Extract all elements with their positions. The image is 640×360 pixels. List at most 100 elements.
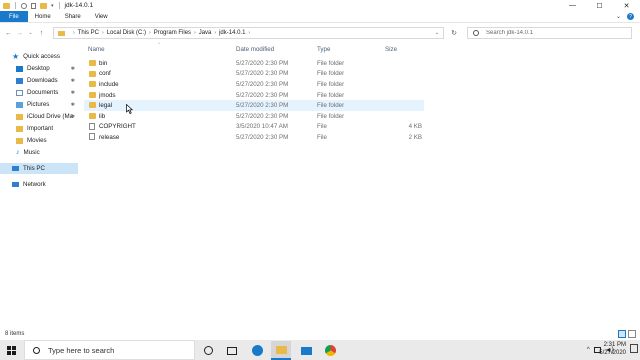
toolbar-divider	[15, 2, 16, 9]
forward-button[interactable]: →	[14, 27, 25, 39]
up-button[interactable]: ↑	[36, 27, 47, 39]
file-size: 4 KB	[408, 123, 422, 131]
nav-item-desktop[interactable]: Desktop ✱	[0, 63, 78, 74]
nav-item-pictures[interactable]: Pictures ✱	[0, 99, 78, 110]
breadcrumb-separator[interactable]: ›	[248, 30, 250, 36]
maximize-button[interactable]: ☐	[586, 0, 613, 11]
breadcrumb-local-disk[interactable]: Local Disk (C:)	[107, 30, 146, 36]
new-folder-icon[interactable]	[31, 2, 36, 9]
recent-locations-button[interactable]: ⌄	[25, 27, 36, 39]
list-item[interactable]: conf 5/27/2020 2:30 PM File folder	[84, 69, 424, 80]
details-view-icon[interactable]	[618, 330, 626, 338]
edge-icon	[251, 345, 263, 356]
list-item[interactable]: release 5/27/2020 2:30 PM File 2 KB	[84, 132, 424, 143]
folder-icon	[89, 70, 96, 77]
nav-item-label: This PC	[23, 165, 46, 172]
tab-view[interactable]: View	[88, 11, 115, 22]
breadcrumb-jdk[interactable]: jdk-14.0.1	[219, 30, 245, 36]
nav-item-downloads[interactable]: Downloads ✱	[0, 75, 78, 86]
nav-item-documents[interactable]: Documents ✱	[0, 87, 78, 98]
column-header-date-modified[interactable]: Date modified	[236, 44, 274, 55]
taskbar-clock[interactable]: 2:31 PM 5/27/2020	[599, 341, 626, 357]
chevron-down-icon[interactable]: ⌄	[435, 30, 439, 36]
list-item[interactable]: jmods 5/27/2020 2:30 PM File folder	[84, 90, 424, 101]
search-input[interactable]	[486, 30, 626, 36]
breadcrumb-separator[interactable]: ›	[73, 30, 75, 36]
breadcrumb-separator[interactable]: ›	[102, 30, 104, 36]
nav-item-label: Music	[23, 149, 40, 156]
desktop-icon	[16, 65, 23, 72]
task-view-button[interactable]	[222, 341, 242, 360]
nav-item-label: Pictures	[27, 101, 50, 108]
windows-icon	[6, 345, 16, 355]
nav-item-network[interactable]: Network	[0, 179, 78, 190]
list-item[interactable]: COPYRIGHT 3/5/2020 10:47 AM File 4 KB	[84, 122, 424, 133]
large-icons-view-icon[interactable]	[628, 330, 636, 338]
tab-share[interactable]: Share	[58, 11, 88, 22]
expand-ribbon-icon[interactable]: ⌄	[616, 13, 621, 20]
minimize-button[interactable]: —	[559, 0, 586, 11]
file-date: 5/27/2020 2:30 PM	[236, 112, 289, 120]
list-item[interactable]: bin 5/27/2020 2:30 PM File folder	[84, 58, 424, 69]
breadcrumb-this-pc[interactable]: This PC	[78, 30, 99, 36]
file-date: 5/27/2020 2:30 PM	[236, 70, 289, 78]
refresh-button[interactable]: ↻	[448, 28, 460, 38]
file-type: File	[317, 133, 327, 141]
sort-indicator-icon: ^	[158, 41, 160, 46]
help-icon[interactable]: ?	[627, 13, 634, 20]
folder-icon	[89, 102, 96, 109]
taskbar-search-placeholder: Type here to search	[48, 345, 115, 355]
column-header-size[interactable]: Size	[385, 44, 397, 55]
list-item[interactable]: include 5/27/2020 2:30 PM File folder	[84, 79, 424, 90]
icloud-icon	[16, 113, 23, 120]
list-item[interactable]: legal 5/27/2020 2:30 PM File folder	[84, 100, 424, 111]
customize-toolbar-icon[interactable]: ▾	[51, 3, 54, 9]
address-bar[interactable]: › This PC › Local Disk (C:) › Program Fi…	[53, 27, 444, 39]
file-type: File	[317, 123, 327, 131]
column-header-type[interactable]: Type	[317, 44, 330, 55]
list-item[interactable]: lib 5/27/2020 2:30 PM File folder	[84, 111, 424, 122]
close-button[interactable]: ✕	[613, 0, 640, 11]
notifications-icon[interactable]	[630, 344, 638, 353]
cortana-button[interactable]	[198, 341, 218, 360]
nav-item-label: Documents	[27, 89, 59, 96]
file-icon	[89, 133, 95, 141]
file-date: 5/27/2020 2:30 PM	[236, 133, 289, 141]
tab-file[interactable]: File	[0, 11, 28, 22]
nav-item-label: Quick access	[23, 53, 60, 60]
properties-icon[interactable]	[21, 2, 27, 9]
search-box[interactable]	[467, 27, 632, 39]
pictures-icon	[16, 101, 23, 108]
mail-button[interactable]	[296, 341, 316, 360]
file-name: release	[99, 133, 120, 141]
breadcrumb-separator[interactable]: ›	[214, 30, 216, 36]
pin-icon: ✱	[70, 65, 75, 72]
tab-home[interactable]: Home	[28, 11, 58, 22]
nav-item-this-pc[interactable]: This PC	[0, 163, 78, 174]
nav-item-icloud-drive[interactable]: iCloud Drive (Ma ✱	[0, 111, 78, 122]
folder-icon	[16, 137, 23, 144]
file-date: 5/27/2020 2:30 PM	[236, 102, 289, 110]
nav-quick-access[interactable]: ★ Quick access	[0, 51, 78, 62]
ribbon-tabs: File Home Share View ⌄ ?	[0, 11, 640, 23]
nav-item-movies[interactable]: Movies	[0, 135, 78, 146]
chrome-icon	[324, 345, 336, 356]
taskbar-search-box[interactable]: Type here to search	[24, 340, 195, 360]
breadcrumb-program-files[interactable]: Program Files	[154, 30, 191, 36]
column-header-name[interactable]: Name	[88, 44, 105, 55]
show-hidden-icons-icon[interactable]: ^	[587, 347, 590, 353]
edge-button[interactable]	[247, 341, 267, 360]
nav-item-music[interactable]: ♪ Music	[0, 147, 78, 158]
file-explorer-icon	[275, 345, 287, 354]
start-button[interactable]	[0, 340, 22, 360]
breadcrumb-java[interactable]: Java	[199, 30, 212, 36]
breadcrumb-separator[interactable]: ›	[194, 30, 196, 36]
back-button[interactable]: ←	[3, 27, 14, 39]
item-count: 8 items	[5, 331, 25, 337]
nav-item-label: iCloud Drive (Ma	[27, 113, 74, 120]
breadcrumb-separator[interactable]: ›	[149, 30, 151, 36]
nav-item-important[interactable]: Important	[0, 123, 78, 134]
chrome-button[interactable]	[320, 341, 340, 360]
pin-icon: ✱	[70, 89, 75, 96]
file-explorer-button[interactable]	[271, 341, 291, 360]
